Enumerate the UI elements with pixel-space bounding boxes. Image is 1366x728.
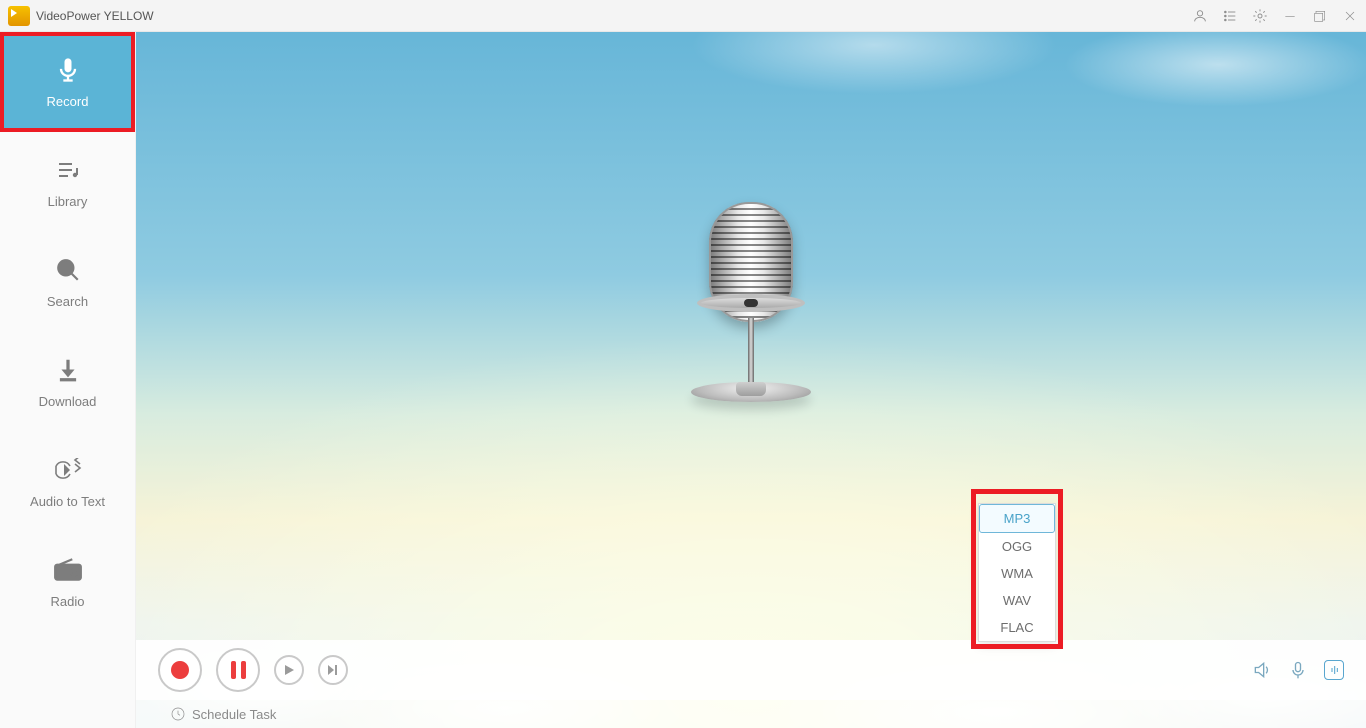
- sidebar-item-audio-to-text[interactable]: Audio to Text: [0, 432, 135, 532]
- window-close-button[interactable]: [1342, 8, 1358, 24]
- app-logo-icon: [8, 6, 30, 26]
- next-button[interactable]: [318, 655, 348, 685]
- format-option-wma[interactable]: WMA: [979, 560, 1055, 587]
- sidebar-item-label: Record: [47, 94, 89, 109]
- download-icon: [51, 356, 85, 384]
- menu-list-icon[interactable]: [1222, 8, 1238, 24]
- sidebar-item-label: Audio to Text: [30, 494, 105, 509]
- search-icon: [51, 256, 85, 284]
- settings-gear-icon[interactable]: [1252, 8, 1268, 24]
- format-option-wav[interactable]: WAV: [979, 587, 1055, 614]
- window-minimize-button[interactable]: [1282, 8, 1298, 24]
- status-bar: Schedule Task: [136, 700, 1366, 728]
- app-title: VideoPower YELLOW: [36, 9, 154, 23]
- sidebar: Record Library Search Download Audio to: [0, 32, 136, 728]
- sidebar-item-label: Radio: [51, 594, 85, 609]
- sidebar-item-label: Search: [47, 294, 88, 309]
- content-area: MP3OGGWMAWAVFLAC Schedule Task: [136, 32, 1366, 728]
- schedule-task-link[interactable]: Schedule Task: [192, 707, 276, 722]
- sidebar-item-label: Library: [48, 194, 88, 209]
- microphone-icon: [51, 56, 85, 84]
- format-option-flac[interactable]: FLAC: [979, 614, 1055, 641]
- sidebar-item-library[interactable]: Library: [0, 132, 135, 232]
- sidebar-item-label: Download: [39, 394, 97, 409]
- format-option-mp3[interactable]: MP3: [979, 504, 1055, 533]
- library-icon: [51, 156, 85, 184]
- sidebar-item-record[interactable]: Record: [0, 32, 135, 132]
- window-maximize-button[interactable]: [1312, 8, 1328, 24]
- pause-button[interactable]: [216, 648, 260, 692]
- audio-source-icon[interactable]: [1252, 660, 1272, 680]
- sidebar-item-download[interactable]: Download: [0, 332, 135, 432]
- record-button[interactable]: [158, 648, 202, 692]
- mic-source-icon[interactable]: [1288, 660, 1308, 680]
- radio-icon: [51, 556, 85, 584]
- audio-to-text-icon: [51, 456, 85, 484]
- microphone-illustration: [671, 202, 831, 462]
- background-clouds-top: [136, 32, 1366, 162]
- output-format-button[interactable]: [1324, 660, 1344, 680]
- format-menu: MP3OGGWMAWAVFLAC: [978, 503, 1056, 642]
- sidebar-item-radio[interactable]: Radio: [0, 532, 135, 632]
- clock-icon: [170, 706, 186, 722]
- format-option-ogg[interactable]: OGG: [979, 533, 1055, 560]
- play-button[interactable]: [274, 655, 304, 685]
- sidebar-item-search[interactable]: Search: [0, 232, 135, 332]
- titlebar: VideoPower YELLOW: [0, 0, 1366, 32]
- account-icon[interactable]: [1192, 8, 1208, 24]
- playback-controls-bar: [136, 640, 1366, 700]
